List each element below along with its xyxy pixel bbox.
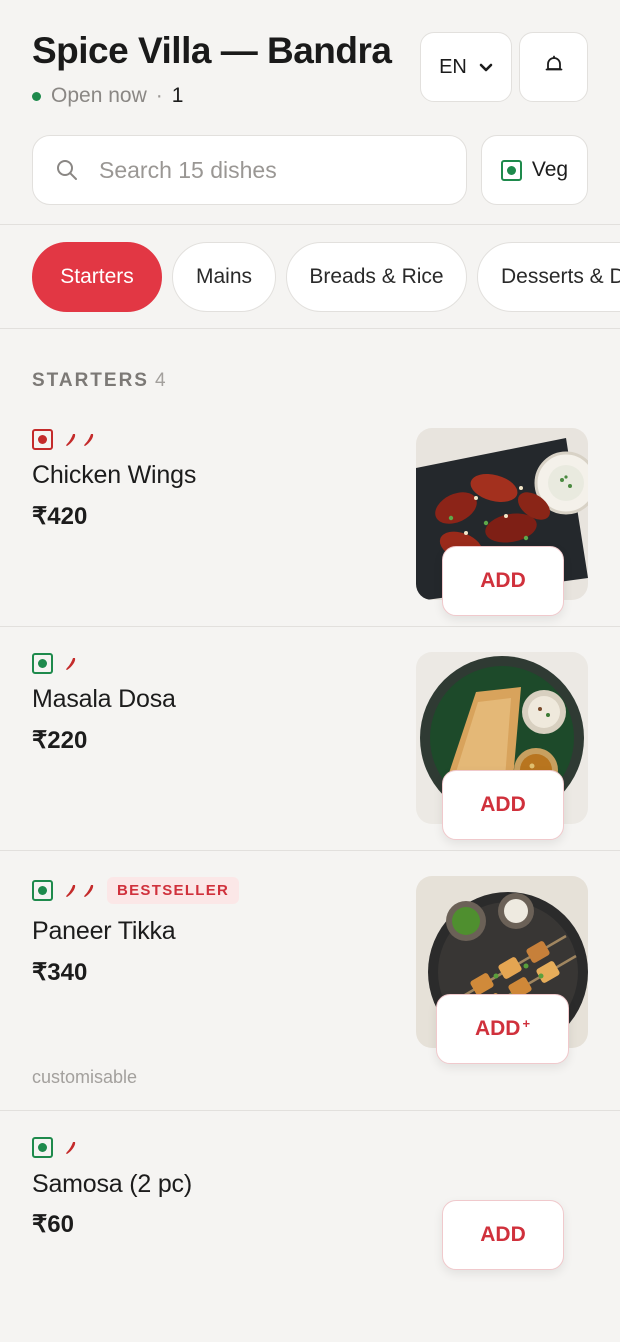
search-icon bbox=[55, 157, 81, 183]
add-button-label: ADD bbox=[480, 569, 526, 592]
category-tabs: Starters Mains Breads & Rice Desserts & … bbox=[0, 226, 620, 329]
chevron-down-icon bbox=[479, 56, 493, 79]
notifications-button[interactable] bbox=[519, 32, 588, 102]
tab-starters[interactable]: Starters bbox=[32, 242, 162, 312]
spice-level bbox=[65, 657, 77, 671]
spice-level bbox=[65, 433, 95, 447]
veg-icon bbox=[32, 880, 53, 901]
tab-breads-rice[interactable]: Breads & Rice bbox=[286, 242, 467, 312]
add-button-label: ADD bbox=[474, 1017, 521, 1040]
open-status: Open now · 1 bbox=[32, 84, 183, 108]
open-status-label: Open now bbox=[51, 84, 147, 107]
section-count: 4 bbox=[154, 370, 166, 391]
veg-icon bbox=[500, 159, 522, 181]
chili-icon bbox=[66, 1141, 76, 1154]
status-separator: · bbox=[155, 84, 163, 107]
restaurant-name: Spice Villa — Bandra bbox=[32, 30, 392, 71]
status-count: 1 bbox=[171, 84, 184, 107]
restaurant-header: Spice Villa — Bandra Open now · 1 EN Veg bbox=[0, 0, 620, 225]
add-customisable-button[interactable]: ADD + bbox=[436, 994, 569, 1064]
dish-tags bbox=[32, 653, 77, 674]
dish-tags bbox=[32, 1137, 77, 1158]
add-button[interactable]: ADD bbox=[442, 1200, 564, 1270]
dish-price: ₹220 bbox=[32, 727, 88, 754]
dish-name: Paneer Tikka bbox=[32, 917, 176, 945]
non-veg-icon bbox=[32, 429, 53, 450]
chili-icon bbox=[84, 433, 94, 446]
chili-icon bbox=[66, 657, 76, 670]
dish-item-paneer-tikka[interactable]: BESTSELLER Paneer Tikka ₹340 customisabl… bbox=[0, 851, 620, 1111]
add-button[interactable]: ADD bbox=[442, 770, 564, 840]
add-button-label: ADD bbox=[480, 793, 526, 816]
language-label: EN bbox=[439, 55, 467, 78]
dish-tags bbox=[32, 429, 95, 450]
section-title-label: STARTERS bbox=[32, 370, 149, 391]
dish-tags: BESTSELLER bbox=[32, 877, 240, 904]
dish-name: Chicken Wings bbox=[32, 461, 197, 489]
add-button-label: ADD bbox=[480, 1223, 526, 1246]
dish-item-chicken-wings[interactable]: Chicken Wings ₹420 ADD bbox=[0, 405, 620, 627]
veg-filter-label: Veg bbox=[531, 158, 569, 181]
tab-desserts-drinks[interactable]: Desserts & Drinks bbox=[477, 242, 620, 312]
chili-icon bbox=[66, 884, 76, 897]
dish-price: ₹340 bbox=[32, 959, 88, 986]
dish-price: ₹60 bbox=[32, 1211, 74, 1238]
spice-level bbox=[65, 884, 95, 898]
bestseller-badge: BESTSELLER bbox=[107, 877, 240, 904]
dish-item-masala-dosa[interactable]: Masala Dosa ₹220 ADD bbox=[0, 627, 620, 851]
bell-icon bbox=[543, 54, 565, 81]
customisable-note: customisable bbox=[32, 1067, 138, 1087]
customisable-plus-icon: + bbox=[522, 1015, 531, 1031]
dish-price: ₹420 bbox=[32, 503, 88, 530]
dish-name: Samosa (2 pc) bbox=[32, 1170, 192, 1198]
chili-icon bbox=[66, 433, 76, 446]
tab-mains[interactable]: Mains bbox=[172, 242, 276, 312]
spice-level bbox=[65, 1141, 77, 1155]
section-title: STARTERS 4 bbox=[32, 370, 166, 392]
add-button[interactable]: ADD bbox=[442, 546, 564, 616]
language-select[interactable]: EN bbox=[420, 32, 512, 102]
dish-name: Masala Dosa bbox=[32, 685, 176, 713]
veg-icon bbox=[32, 1137, 53, 1158]
dish-item-samosa[interactable]: Samosa (2 pc) ₹60 ADD bbox=[0, 1111, 620, 1342]
veg-filter-toggle[interactable]: Veg bbox=[481, 135, 588, 205]
veg-icon bbox=[32, 653, 53, 674]
search-bar[interactable] bbox=[32, 135, 467, 205]
open-status-dot bbox=[32, 91, 41, 101]
search-input[interactable] bbox=[99, 156, 429, 184]
chili-icon bbox=[84, 884, 94, 897]
